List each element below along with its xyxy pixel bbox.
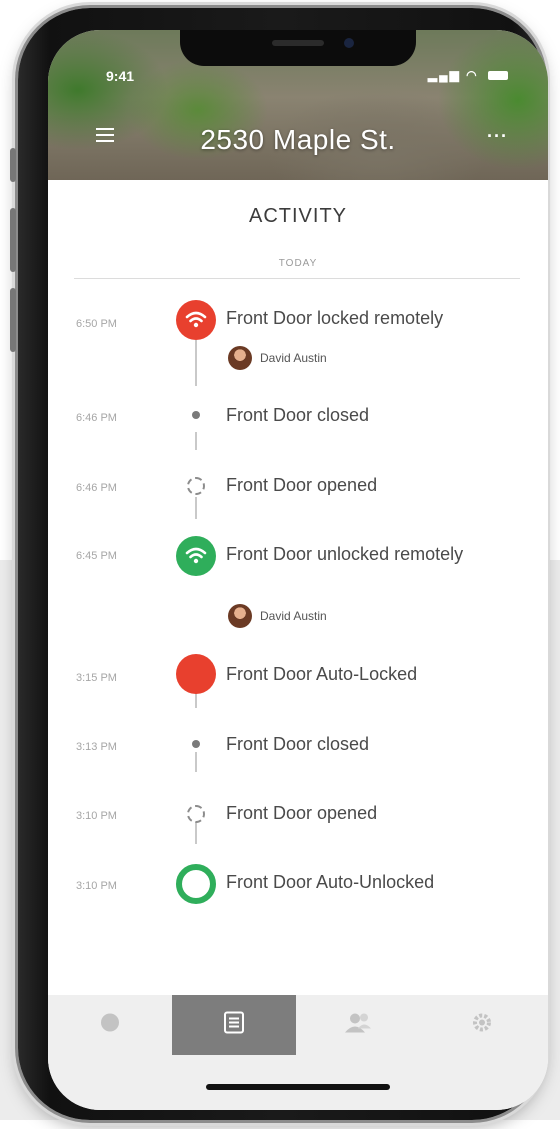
event-text: Front Door closed <box>226 734 370 754</box>
volume-down-button <box>10 288 16 352</box>
phone-frame: 9:41 ▂▄▆ ◠ 2530 Maple St. ··· ACTIVITY T… <box>10 8 548 1120</box>
activity-tab[interactable] <box>172 995 296 1055</box>
mute-switch <box>10 148 16 182</box>
phone-screen: 9:41 ▂▄▆ ◠ 2530 Maple St. ··· ACTIVITY T… <box>48 30 548 1110</box>
event-time: 3:15 PM <box>76 672 117 684</box>
event-time: 6:46 PM <box>76 482 117 494</box>
list-icon <box>222 1011 246 1040</box>
camera <box>344 38 354 48</box>
dashed-circle-icon <box>187 477 205 495</box>
event-time: 6:50 PM <box>76 318 117 330</box>
user-name: David Austin <box>260 609 327 623</box>
dot-icon <box>192 740 200 748</box>
dashed-circle-icon <box>187 805 205 823</box>
dot-icon <box>192 411 200 419</box>
event-text: Front Door closed <box>226 405 370 425</box>
timeline-connector <box>195 432 197 450</box>
users-icon <box>343 1011 373 1040</box>
event-time: 6:45 PM <box>76 550 117 562</box>
wifi-icon <box>176 300 216 340</box>
timeline-connector <box>195 692 197 708</box>
solid-circle-icon <box>176 654 216 694</box>
speaker <box>272 40 324 46</box>
ring-icon <box>176 864 216 904</box>
event-time: 3:10 PM <box>76 880 117 892</box>
avatar <box>228 346 252 370</box>
event-text: Front Door locked remotely <box>226 308 444 328</box>
wifi-icon <box>176 536 216 576</box>
tab-bar <box>48 995 548 1110</box>
timeline-connector <box>195 340 197 386</box>
users-tab[interactable] <box>296 995 420 1055</box>
event-time: 3:13 PM <box>76 741 117 753</box>
event-text: Front Door opened <box>226 475 378 495</box>
gear-icon <box>471 1012 493 1039</box>
avatar <box>228 604 252 628</box>
event-time: 3:10 PM <box>76 810 117 822</box>
home-indicator[interactable] <box>206 1084 390 1090</box>
event-time: 6:46 PM <box>76 412 117 424</box>
event-text: Front Door opened <box>226 803 378 823</box>
timeline-connector <box>195 497 197 519</box>
lock-dot-icon <box>99 1012 121 1039</box>
lock-status-tab[interactable] <box>48 995 172 1055</box>
timeline-connector <box>195 752 197 772</box>
notch <box>180 30 416 66</box>
timeline-connector <box>195 822 197 844</box>
settings-tab[interactable] <box>420 995 544 1055</box>
volume-up-button <box>10 208 16 272</box>
event-text: Front Door Auto-Unlocked <box>226 872 435 892</box>
user-name: David Austin <box>260 351 327 365</box>
activity-timeline: 6:50 PM Front Door locked remotely David… <box>48 30 548 1110</box>
event-text: Front Door Auto-Locked <box>226 664 418 684</box>
event-text: Front Door unlocked remotely <box>226 544 464 564</box>
